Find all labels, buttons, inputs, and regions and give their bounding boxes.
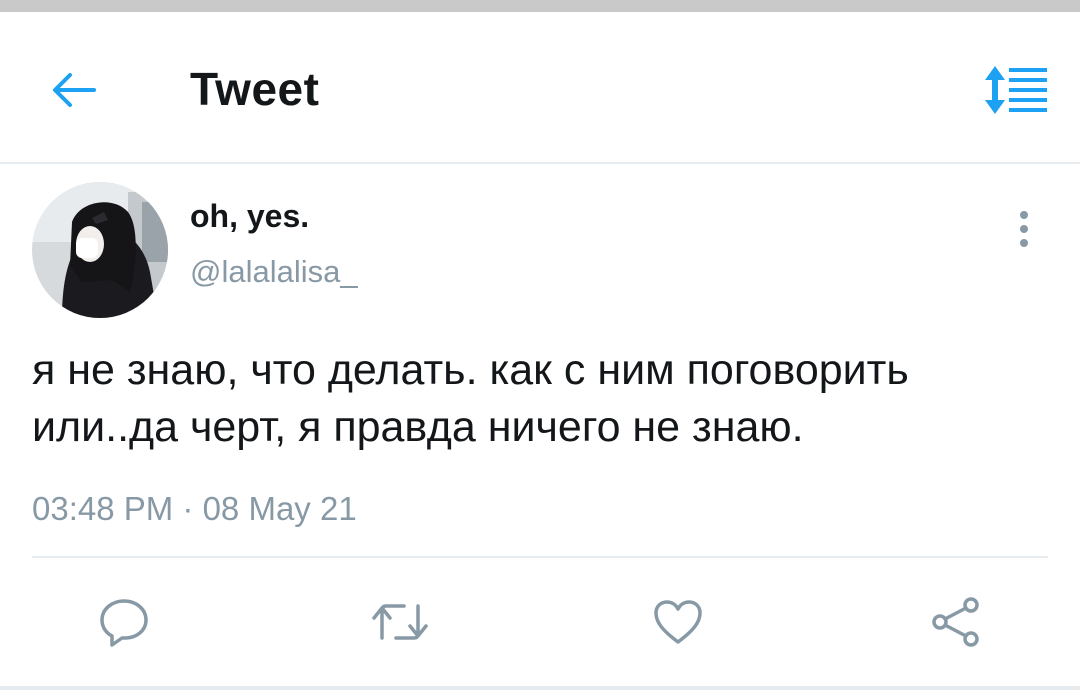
tweet-detail: oh, yes. @lalalalisa_ я не знаю, что дел… bbox=[0, 164, 1080, 690]
more-dot-icon bbox=[1020, 211, 1028, 219]
share-icon bbox=[932, 597, 979, 647]
tweet-text: я не знаю, что делать. как с ним поговор… bbox=[32, 346, 909, 451]
bottom-divider bbox=[0, 686, 1080, 690]
divider bbox=[32, 556, 1048, 558]
back-button[interactable] bbox=[44, 62, 104, 118]
tweet-timestamp: 03:48 PM · 08 May 21 bbox=[32, 490, 357, 527]
avatar-image bbox=[32, 182, 168, 318]
arrow-left-icon bbox=[53, 73, 96, 107]
reply-button[interactable] bbox=[94, 594, 154, 650]
status-bar-strip bbox=[0, 0, 1080, 12]
app-header: Tweet bbox=[0, 12, 1080, 164]
user-handle[interactable]: @lalalalisa_ bbox=[190, 254, 358, 290]
more-options-button[interactable] bbox=[1004, 204, 1044, 254]
share-button[interactable] bbox=[926, 594, 986, 650]
like-button[interactable] bbox=[648, 594, 708, 650]
sort-list-icon bbox=[985, 66, 1047, 114]
avatar[interactable] bbox=[32, 182, 168, 318]
sort-button[interactable] bbox=[980, 60, 1054, 120]
display-name[interactable]: oh, yes. bbox=[190, 198, 309, 235]
more-dot-icon bbox=[1020, 239, 1028, 247]
tweet-actions-bar bbox=[0, 584, 1080, 654]
reply-bubble-icon bbox=[100, 599, 148, 647]
heart-icon bbox=[654, 600, 702, 644]
retweet-button[interactable] bbox=[370, 594, 430, 650]
page-title: Tweet bbox=[190, 63, 320, 115]
retweet-icon bbox=[372, 604, 428, 640]
more-dot-icon bbox=[1020, 225, 1028, 233]
